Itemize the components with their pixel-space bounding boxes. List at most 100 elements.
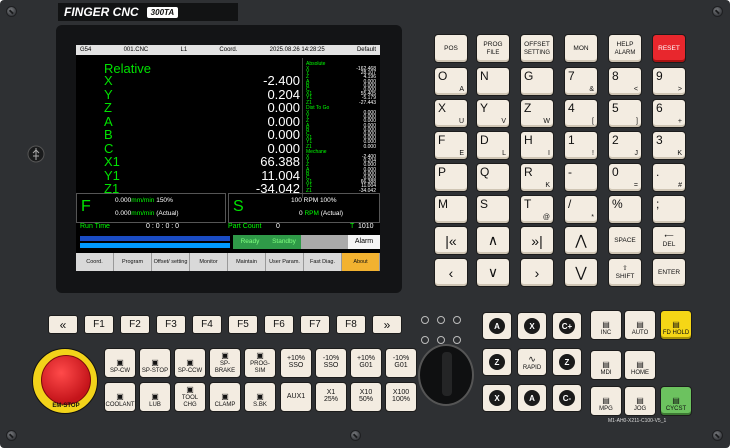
key-S[interactable]: S [476, 195, 510, 224]
key-sp-stop[interactable]: ▣ SP-STOP [139, 348, 171, 378]
key-Z[interactable]: ZW [520, 99, 554, 128]
key-jog[interactable]: ▤ JOG [624, 386, 656, 416]
key-prog[interactable]: PROG FILE [476, 34, 510, 63]
key-0[interactable]: 0 = [608, 163, 642, 192]
key-lub[interactable]: ▣ LUB [139, 382, 171, 412]
key-6[interactable]: 6 + [652, 99, 686, 128]
key-override-1[interactable]: -10% SSO [315, 348, 347, 378]
key-T[interactable]: T @ [520, 195, 554, 224]
key-Q[interactable]: Q [476, 163, 510, 192]
key-N[interactable]: N [476, 67, 510, 96]
key-tool-chg[interactable]: ▣ TOOL CHG [174, 382, 206, 412]
key-%[interactable]: % [608, 195, 642, 224]
key-mon[interactable]: MON [564, 34, 598, 63]
key-5[interactable]: 5] [608, 99, 642, 128]
nav-end-button[interactable]: »| [520, 226, 554, 255]
key-9[interactable]: 9 > [652, 67, 686, 96]
softkey-maintain[interactable]: Maintain [228, 253, 266, 271]
key-f3[interactable]: F3 [156, 315, 186, 334]
jog-z-minus-button[interactable]: Z [482, 348, 512, 376]
nav-left-button[interactable]: ‹ [434, 258, 468, 287]
key-sp-cw[interactable]: ▣ SP-CW [104, 348, 136, 378]
page-left-button[interactable]: « [48, 315, 78, 334]
key-.[interactable]: . # [652, 163, 686, 192]
key-home[interactable]: ▤ HOME [624, 350, 656, 380]
key-X[interactable]: XU [434, 99, 468, 128]
key-f2[interactable]: F2 [120, 315, 150, 334]
jog-c-minus-button[interactable]: C- [552, 384, 582, 412]
nav-right-button[interactable]: › [520, 258, 554, 287]
nav-up-button[interactable]: ∧ [476, 226, 510, 255]
jog-rapid-button[interactable]: ∿ RAPID [517, 348, 547, 376]
key-f6[interactable]: F6 [264, 315, 294, 334]
jog-a-plus-button[interactable]: A [482, 312, 512, 340]
jog-a-minus-button[interactable]: A [517, 384, 547, 412]
shift-button[interactable]: ⇧ SHIFT [608, 258, 642, 287]
key-sp-brake[interactable]: ▣ SP-BRAKE [209, 348, 241, 378]
softkey-coord-[interactable]: Coord. [76, 253, 114, 271]
key-f8[interactable]: F8 [336, 315, 366, 334]
key-7[interactable]: 7 & [564, 67, 598, 96]
key-fd-hold[interactable]: ▤ FD HOLD [660, 310, 692, 340]
key-Y[interactable]: YV [476, 99, 510, 128]
key-s-bk[interactable]: ▣ S.BK [244, 382, 276, 412]
key-f5[interactable]: F5 [228, 315, 258, 334]
key-prog-sim[interactable]: ▣ PROG-SIM [244, 348, 276, 378]
key-P[interactable]: P [434, 163, 468, 192]
delete-button[interactable]: ⟵ DEL [652, 226, 686, 255]
key-coolant[interactable]: ▣ COOLANT [104, 382, 136, 412]
key-override-4[interactable]: AUX1 [280, 382, 312, 412]
page-right-button[interactable]: » [372, 315, 402, 334]
jog-x-plus-button[interactable]: X [482, 384, 512, 412]
softkey-fast-diag-[interactable]: Fast Diag. [304, 253, 342, 271]
key-3[interactable]: 3K [652, 131, 686, 160]
nav-home-button[interactable]: |« [434, 226, 468, 255]
key-f1[interactable]: F1 [84, 315, 114, 334]
key-/[interactable]: / * [564, 195, 598, 224]
key-mpg[interactable]: ▤ MPG [590, 386, 622, 416]
key-offset[interactable]: OFFSET SETTING [520, 34, 554, 63]
key-f4[interactable]: F4 [192, 315, 222, 334]
key-override-3[interactable]: -10% G01 [385, 348, 417, 378]
key-pos[interactable]: POS [434, 34, 468, 63]
key--[interactable]: - [564, 163, 598, 192]
nav-page-down-button[interactable]: ⋁ [564, 258, 598, 287]
key-override-5[interactable]: X1 25% [315, 382, 347, 412]
key-mdi[interactable]: ▤ MDI [590, 350, 622, 380]
key-H[interactable]: HI [520, 131, 554, 160]
key-R[interactable]: RK [520, 163, 554, 192]
key-override-0[interactable]: +10% SSO [280, 348, 312, 378]
key-clamp[interactable]: ▣ CLAMP [209, 382, 241, 412]
key-help[interactable]: HELP ALARM [608, 34, 642, 63]
softkey-monitor[interactable]: Monitor [190, 253, 228, 271]
alarm-indicator[interactable]: Alarm [348, 235, 380, 249]
key-cycst[interactable]: ▤ CYCST [660, 386, 692, 416]
space-button[interactable]: SPACE [608, 226, 642, 255]
enter-button[interactable]: ENTER [652, 258, 686, 287]
key-M[interactable]: M [434, 195, 468, 224]
key-4[interactable]: 4[ [564, 99, 598, 128]
softkey-user-param-[interactable]: User Param. [266, 253, 304, 271]
key-override-6[interactable]: X10 50% [350, 382, 382, 412]
nav-down-button[interactable]: ∨ [476, 258, 510, 287]
key-inc[interactable]: ▤ INC [590, 310, 622, 340]
nav-page-up-button[interactable]: ⋀ [564, 226, 598, 255]
key-f7[interactable]: F7 [300, 315, 330, 334]
key-O[interactable]: OA [434, 67, 468, 96]
key-reset[interactable]: RESET [652, 34, 686, 63]
key-2[interactable]: 2J [608, 131, 642, 160]
jog-z-plus-button[interactable]: Z [552, 348, 582, 376]
mode-selector-knob[interactable] [418, 344, 474, 406]
key-D[interactable]: DL [476, 131, 510, 160]
softkey-offset-setting[interactable]: Offset/ setting [152, 253, 190, 271]
softkey-program[interactable]: Program [114, 253, 152, 271]
key-override-7[interactable]: X100 100% [385, 382, 417, 412]
softkey-about[interactable]: About [342, 253, 380, 271]
key-sp-ccw[interactable]: ▣ SP-CCW [174, 348, 206, 378]
key-;[interactable]: ; [652, 195, 686, 224]
key-F[interactable]: FE [434, 131, 468, 160]
key-8[interactable]: 8 < [608, 67, 642, 96]
key-1[interactable]: 1! [564, 131, 598, 160]
emergency-stop-button[interactable]: EM-STOP [32, 348, 98, 414]
jog-x-minus-button[interactable]: X [517, 312, 547, 340]
